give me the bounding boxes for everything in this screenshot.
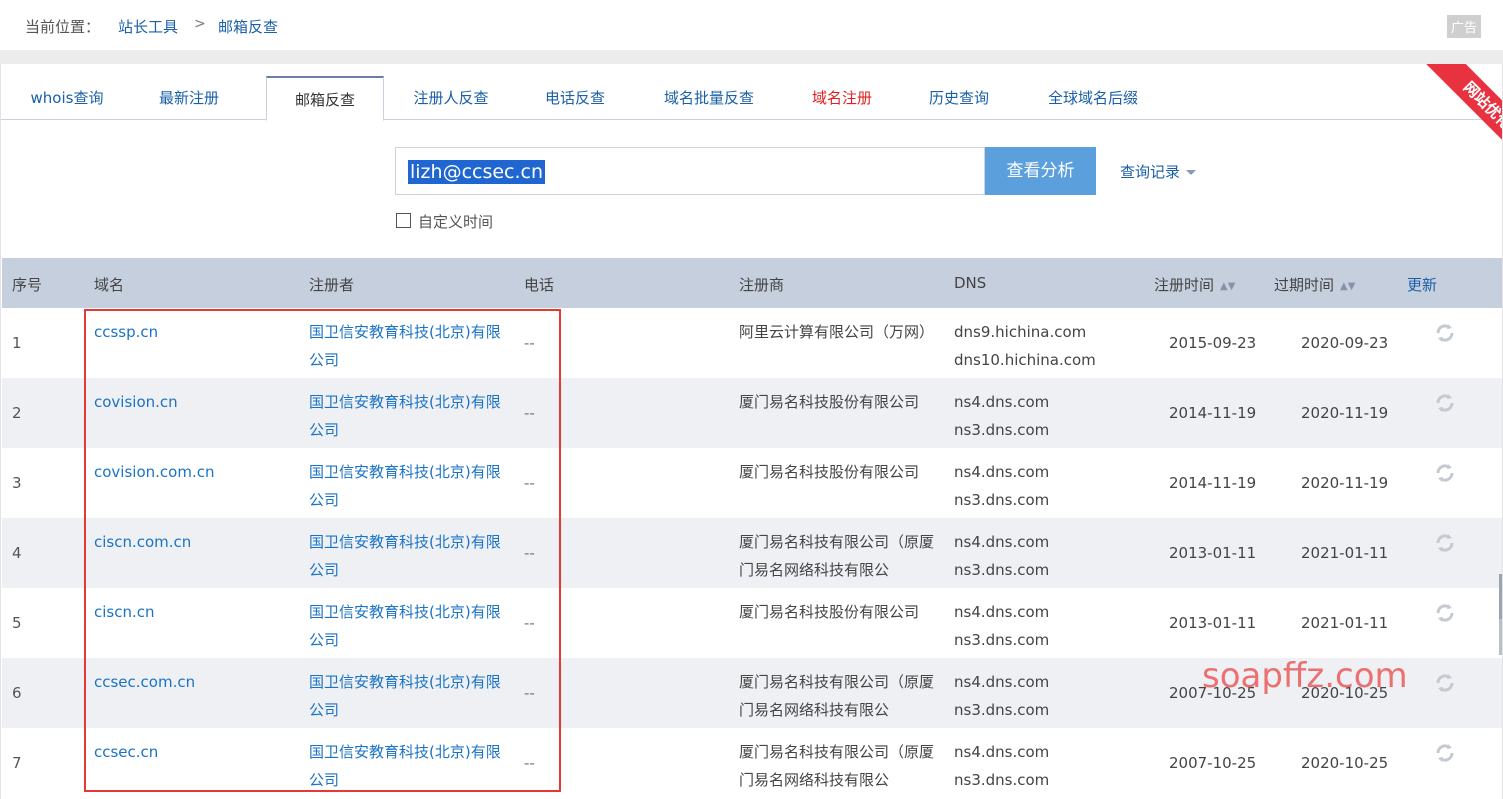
registrar-value: 厦门易名科技有限公司（原厦门易名网络科技有限公 xyxy=(739,743,935,789)
breadcrumb-link-email-reverse[interactable]: 邮箱反查 xyxy=(218,16,278,37)
expiration-date: 2020-11-19 xyxy=(1301,474,1389,492)
registrar-value: 厦门易名科技股份有限公司 xyxy=(739,603,920,621)
tab-email-reverse[interactable]: 邮箱反查 xyxy=(266,76,384,121)
expiration-date: 2021-01-11 xyxy=(1301,614,1389,632)
tab-domain-registration[interactable]: 域名注册 xyxy=(794,76,890,120)
dns-value: ns4.dns.com ns3.dns.com xyxy=(954,528,1049,584)
dns-secondary: ns3.dns.com xyxy=(954,421,1050,439)
expiration-date: 2020-10-25 xyxy=(1301,754,1389,772)
breadcrumb-separator: > xyxy=(194,16,206,32)
refresh-icon[interactable] xyxy=(1432,530,1458,556)
registration-date: 2015-09-23 xyxy=(1169,334,1257,352)
tab-registrant-reverse[interactable]: 注册人反查 xyxy=(401,76,501,120)
header-domain: 域名 xyxy=(94,276,125,294)
tab-batch-reverse[interactable]: 域名批量反查 xyxy=(651,76,767,120)
watermark: soapffz.com xyxy=(1202,656,1408,696)
query-history-dropdown[interactable]: 查询记录 xyxy=(1120,161,1197,182)
registration-date: 2014-11-19 xyxy=(1169,474,1257,492)
email-search-input[interactable]: lizh@ccsec.cn xyxy=(395,147,985,195)
tab-whois[interactable]: whois查询 xyxy=(19,76,115,120)
expiration-date: 2020-09-23 xyxy=(1301,334,1389,352)
registrar-value: 厦门易名科技有限公司（原厦门易名网络科技有限公 xyxy=(739,673,935,719)
email-search-value: lizh@ccsec.cn xyxy=(408,160,546,184)
registration-date: 2013-01-11 xyxy=(1169,614,1257,632)
scrollbar-thumb[interactable] xyxy=(1499,619,1502,655)
header-exp-date-label: 过期时间 xyxy=(1274,276,1335,294)
header-reg-date-label: 注册时间 xyxy=(1154,276,1215,294)
ad-badge[interactable]: 广告 xyxy=(1446,15,1481,38)
dns-secondary: ns3.dns.com xyxy=(954,771,1050,789)
breadcrumb-label: 当前位置： xyxy=(25,18,101,36)
sort-icon: ▲▼ xyxy=(1340,281,1356,292)
dns-value: dns9.hichina.com dns10.hichina.com xyxy=(954,318,1096,374)
tab-latest-registration[interactable]: 最新注册 xyxy=(139,76,239,120)
dns-primary: ns4.dns.com xyxy=(954,533,1050,551)
scrollbar[interactable] xyxy=(1499,574,1502,619)
section-gap xyxy=(0,50,1503,64)
registration-date: 2014-11-19 xyxy=(1169,404,1257,422)
dns-secondary: ns3.dns.com xyxy=(954,701,1050,719)
breadcrumb: 当前位置： 站长工具 > 邮箱反查 广告 xyxy=(0,0,1503,50)
breadcrumb-link-webmaster-tools[interactable]: 站长工具 xyxy=(118,16,178,37)
table-header: 序号 域名 注册者 电话 注册商 DNS 注册时间 ▲▼ 过期时间 ▲▼ 更新 xyxy=(2,258,1502,308)
registration-date: 2007-10-25 xyxy=(1169,754,1257,772)
registrar-value: 厦门易名科技股份有限公司 xyxy=(739,463,920,481)
dns-primary: ns4.dns.com xyxy=(954,393,1050,411)
tab-history[interactable]: 历史查询 xyxy=(911,76,1007,120)
row-index: 7 xyxy=(12,754,22,772)
dns-value: ns4.dns.com ns3.dns.com xyxy=(954,598,1049,654)
header-phone: 电话 xyxy=(524,276,555,294)
refresh-icon[interactable] xyxy=(1432,740,1458,766)
dns-secondary: ns3.dns.com xyxy=(954,561,1050,579)
custom-time-label: 自定义时间 xyxy=(418,213,494,231)
row-index: 5 xyxy=(12,614,22,632)
query-history-label: 查询记录 xyxy=(1120,163,1181,181)
refresh-icon[interactable] xyxy=(1432,320,1458,346)
sort-icon: ▲▼ xyxy=(1220,281,1236,292)
dns-value: ns4.dns.com ns3.dns.com xyxy=(954,388,1049,444)
expiration-date: 2021-01-11 xyxy=(1301,544,1389,562)
header-index: 序号 xyxy=(12,276,43,294)
row-index: 4 xyxy=(12,544,22,562)
dns-primary: ns4.dns.com xyxy=(954,743,1050,761)
tab-global-suffix[interactable]: 全球域名后缀 xyxy=(1031,76,1155,120)
registration-date: 2013-01-11 xyxy=(1169,544,1257,562)
analyze-button[interactable]: 查看分析 xyxy=(985,147,1096,195)
row-index: 2 xyxy=(12,404,22,422)
header-registrar: 注册商 xyxy=(739,276,785,294)
dns-primary: ns4.dns.com xyxy=(954,603,1050,621)
dns-primary: dns9.hichina.com xyxy=(954,323,1087,341)
tab-phone-reverse[interactable]: 电话反查 xyxy=(527,76,623,120)
registrar-value: 厦门易名科技股份有限公司 xyxy=(739,393,920,411)
dns-value: ns4.dns.com ns3.dns.com xyxy=(954,668,1049,724)
caret-down-icon xyxy=(1186,170,1197,175)
header-exp-date[interactable]: 过期时间 ▲▼ xyxy=(1274,274,1355,295)
expiration-date: 2020-11-19 xyxy=(1301,404,1389,422)
seo-ribbon-text: 网站优化 xyxy=(1424,64,1502,150)
dns-primary: ns4.dns.com xyxy=(954,673,1050,691)
dns-secondary: ns3.dns.com xyxy=(954,491,1050,509)
dns-value: ns4.dns.com ns3.dns.com xyxy=(954,738,1049,794)
registrar-value: 厦门易名科技有限公司（原厦门易名网络科技有限公 xyxy=(739,533,935,579)
row-index: 1 xyxy=(12,334,22,352)
header-dns: DNS xyxy=(954,274,987,292)
highlight-box xyxy=(84,309,561,792)
custom-time-checkbox[interactable] xyxy=(396,213,411,228)
header-registrant: 注册者 xyxy=(309,276,355,294)
refresh-icon[interactable] xyxy=(1432,460,1458,486)
dns-value: ns4.dns.com ns3.dns.com xyxy=(954,458,1049,514)
dns-secondary: dns10.hichina.com xyxy=(954,351,1096,369)
refresh-icon[interactable] xyxy=(1432,600,1458,626)
header-update-link[interactable]: 更新 xyxy=(1407,274,1437,295)
dns-secondary: ns3.dns.com xyxy=(954,631,1050,649)
registrar-value: 阿里云计算有限公司（万网） xyxy=(739,323,935,341)
row-index: 3 xyxy=(12,474,22,492)
refresh-icon[interactable] xyxy=(1432,670,1458,696)
refresh-icon[interactable] xyxy=(1432,390,1458,416)
seo-ribbon[interactable]: 网站优化 xyxy=(1410,64,1502,150)
dns-primary: ns4.dns.com xyxy=(954,463,1050,481)
header-reg-date[interactable]: 注册时间 ▲▼ xyxy=(1154,274,1235,295)
row-index: 6 xyxy=(12,684,22,702)
tab-bar: whois查询 最新注册 邮箱反查 注册人反查 电话反查 域名批量反查 域名注册… xyxy=(1,76,1502,121)
